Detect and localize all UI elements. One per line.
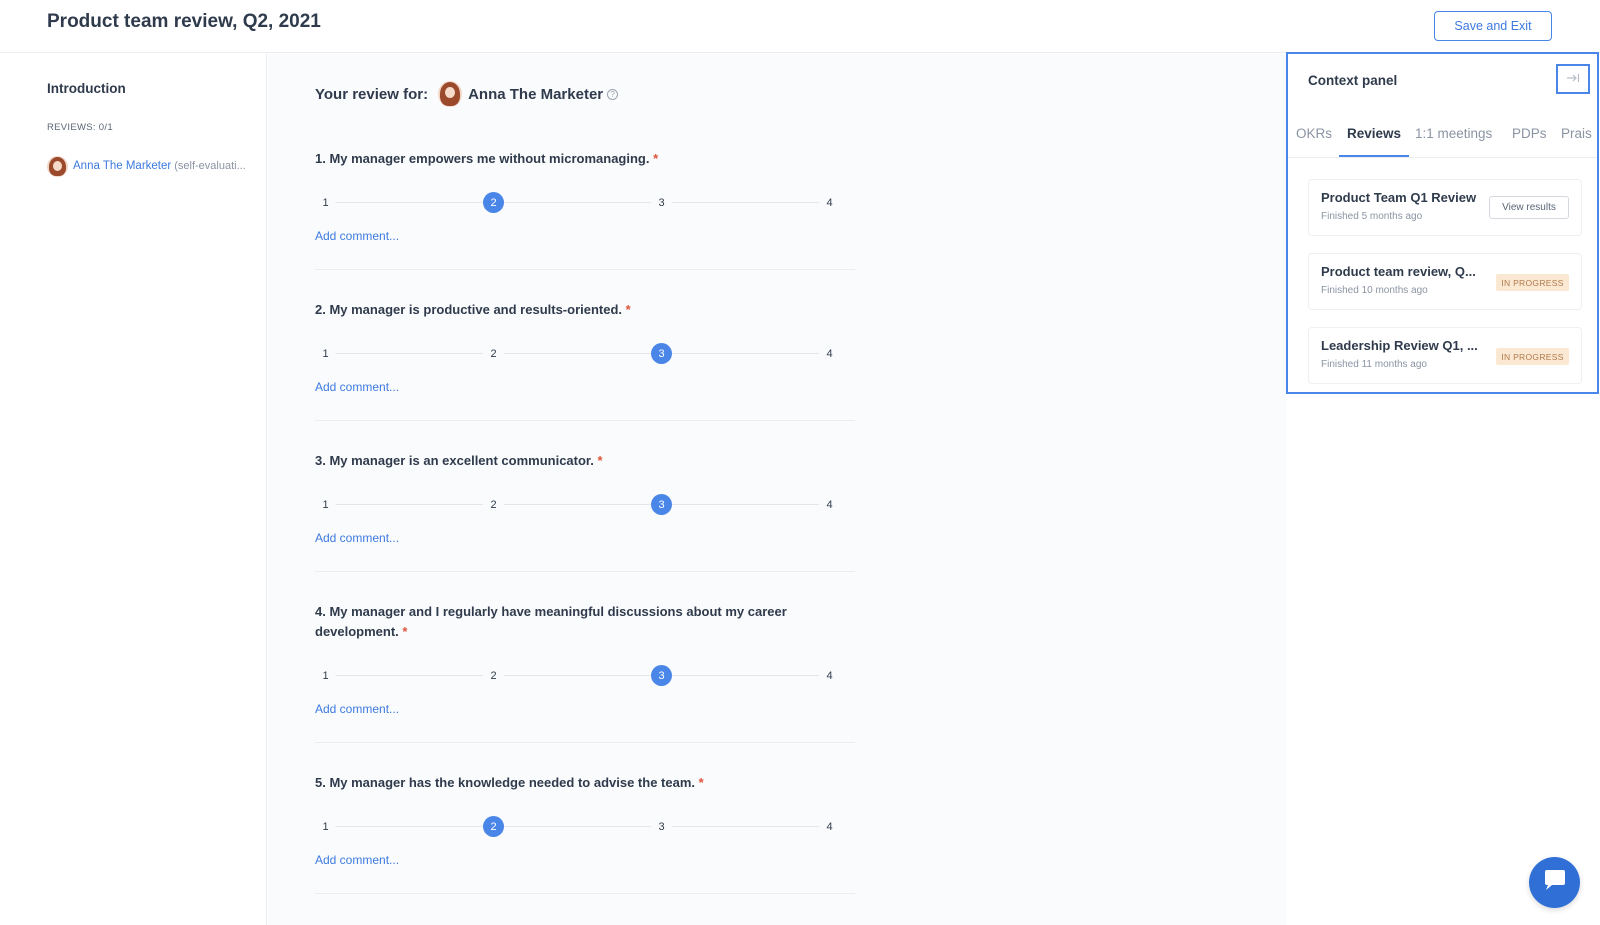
- question-text: 1. My manager empowers me without microm…: [315, 151, 659, 166]
- review-card-title: Product team review, Q...: [1321, 264, 1476, 279]
- rating-scale: 1 2 3 4: [315, 192, 845, 214]
- question: 1. My manager empowers me without microm…: [315, 149, 855, 270]
- save-and-exit-button[interactable]: Save and Exit: [1434, 11, 1552, 41]
- status-badge: IN PROGRESS: [1496, 274, 1569, 291]
- active-tab-indicator: [1339, 155, 1409, 157]
- rating-option-3[interactable]: 3: [651, 343, 672, 364]
- sidebar-section-introduction[interactable]: Introduction: [47, 81, 126, 96]
- sidebar-item-reviewee[interactable]: Anna The Marketer (self-evaluati...: [47, 155, 257, 177]
- rating-option-4[interactable]: 4: [819, 343, 840, 364]
- rating-option-3[interactable]: 3: [651, 816, 672, 837]
- rating-option-4[interactable]: 4: [819, 494, 840, 515]
- review-card[interactable]: Product Team Q1 Review Finished 5 months…: [1308, 179, 1582, 236]
- rating-option-4[interactable]: 4: [819, 665, 840, 686]
- context-tabs: OKRs Reviews 1:1 meetings PDPs Prais: [1288, 118, 1597, 158]
- add-comment-link[interactable]: Add comment...: [315, 380, 399, 394]
- question: 3. My manager is an excellent communicat…: [315, 451, 855, 572]
- tab-okrs[interactable]: OKRs: [1296, 126, 1332, 141]
- reviews-count: REVIEWS: 0/1: [47, 122, 113, 133]
- sidebar: Introduction REVIEWS: 0/1 Anna The Marke…: [0, 54, 267, 925]
- chat-icon: [1543, 869, 1567, 896]
- collapse-panel-button[interactable]: [1556, 64, 1590, 94]
- review-card-title: Product Team Q1 Review: [1321, 190, 1477, 205]
- required-marker: *: [653, 151, 659, 166]
- view-results-button[interactable]: View results: [1489, 196, 1569, 219]
- rating-option-2[interactable]: 2: [483, 192, 504, 213]
- rating-scale: 1 2 3 4: [315, 665, 845, 687]
- required-marker: *: [625, 302, 631, 317]
- reviewee-note: (self-evaluati...: [174, 160, 246, 172]
- collapse-panel-icon: [1566, 70, 1580, 88]
- question-text: 4. My manager and I regularly have meani…: [315, 604, 787, 639]
- required-marker: *: [402, 624, 408, 639]
- rating-option-3[interactable]: 3: [651, 494, 672, 515]
- rating-option-3[interactable]: 3: [651, 665, 672, 686]
- rating-option-2[interactable]: 2: [483, 816, 504, 837]
- required-marker: *: [698, 775, 704, 790]
- review-card-subtitle: Finished 5 months ago: [1321, 211, 1423, 222]
- rating-option-1[interactable]: 1: [315, 192, 336, 213]
- review-for-header: Your review for: Anna The Marketer ?: [315, 80, 619, 108]
- reviewee-name: Anna The Marketer: [468, 85, 604, 103]
- question-text: 2. My manager is productive and results-…: [315, 302, 631, 317]
- tab-pdps[interactable]: PDPs: [1512, 126, 1547, 141]
- add-comment-link[interactable]: Add comment...: [315, 531, 399, 545]
- question-text: 3. My manager is an excellent communicat…: [315, 453, 603, 468]
- question: 4. My manager and I regularly have meani…: [315, 602, 855, 743]
- rating-option-1[interactable]: 1: [315, 665, 336, 686]
- tab-praise[interactable]: Prais: [1561, 126, 1592, 141]
- header: Product team review, Q2, 2021 Save and E…: [0, 0, 1600, 53]
- rating-scale: 1 2 3 4: [315, 494, 845, 516]
- add-comment-link[interactable]: Add comment...: [315, 853, 399, 867]
- rating-scale: 1 2 3 4: [315, 343, 845, 365]
- info-icon[interactable]: ?: [607, 89, 619, 100]
- rating-option-3[interactable]: 3: [651, 192, 672, 213]
- question: 2. My manager is productive and results-…: [315, 300, 855, 421]
- review-card-subtitle: Finished 10 months ago: [1321, 285, 1428, 296]
- rating-option-4[interactable]: 4: [819, 816, 840, 837]
- context-panel: Context panel OKRs Reviews 1:1 meetings …: [1286, 52, 1599, 394]
- context-panel-title: Context panel: [1308, 73, 1398, 88]
- status-badge: IN PROGRESS: [1496, 348, 1569, 365]
- tab-meetings[interactable]: 1:1 meetings: [1415, 126, 1492, 141]
- tab-reviews[interactable]: Reviews: [1347, 126, 1401, 141]
- rating-scale: 1 2 3 4: [315, 816, 845, 838]
- review-card-subtitle: Finished 11 months ago: [1321, 359, 1427, 370]
- review-card-title: Leadership Review Q1, ...: [1321, 338, 1478, 353]
- review-for-label: Your review for:: [315, 85, 429, 103]
- question: 5. My manager has the knowledge needed t…: [315, 773, 855, 894]
- rating-option-2[interactable]: 2: [483, 494, 504, 515]
- page-title: Product team review, Q2, 2021: [47, 11, 321, 32]
- question-text: 5. My manager has the knowledge needed t…: [315, 775, 704, 790]
- avatar: [47, 155, 68, 177]
- review-card[interactable]: Leadership Review Q1, ... Finished 11 mo…: [1308, 327, 1582, 384]
- rating-option-2[interactable]: 2: [483, 343, 504, 364]
- review-card[interactable]: Product team review, Q... Finished 10 mo…: [1308, 253, 1582, 310]
- rating-option-1[interactable]: 1: [315, 494, 336, 515]
- rating-option-1[interactable]: 1: [315, 343, 336, 364]
- reviewee-link[interactable]: Anna The Marketer: [73, 160, 171, 172]
- chat-button[interactable]: [1529, 857, 1580, 908]
- required-marker: *: [597, 453, 603, 468]
- rating-option-4[interactable]: 4: [819, 192, 840, 213]
- review-form: Your review for: Anna The Marketer ? 1. …: [268, 54, 1286, 925]
- add-comment-link[interactable]: Add comment...: [315, 702, 399, 716]
- rating-option-1[interactable]: 1: [315, 816, 336, 837]
- avatar: [438, 81, 463, 107]
- rating-option-2[interactable]: 2: [483, 665, 504, 686]
- add-comment-link[interactable]: Add comment...: [315, 229, 399, 243]
